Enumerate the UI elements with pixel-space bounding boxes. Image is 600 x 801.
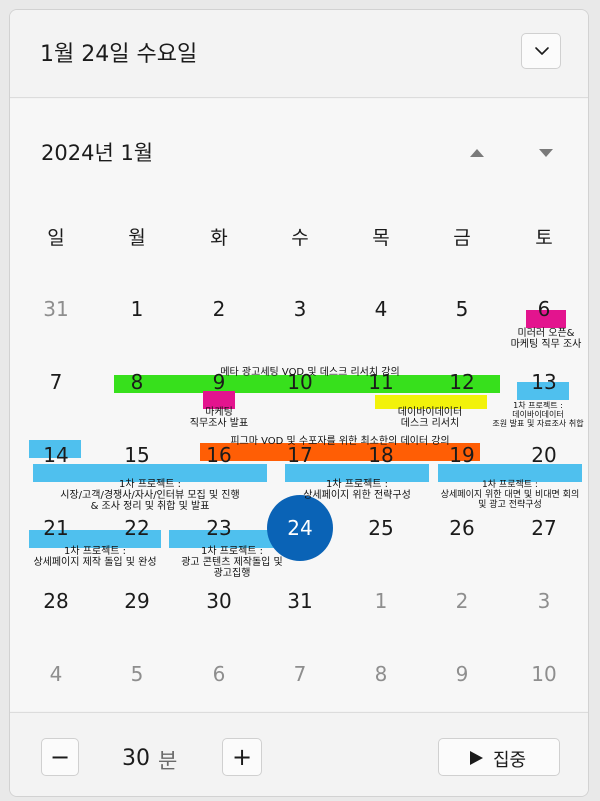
day-cell[interactable]: 22 xyxy=(107,511,167,545)
calendar-flyout: 1월 24일 수요일 2024년 1월 일월화수목금토 31 1 2 3 4 5 6 7 8 9 1… xyxy=(9,9,589,797)
date-header: 1월 24일 수요일 xyxy=(10,10,588,98)
event-label-project1-detail-make: 1차 프로젝트 : 상세페이지 제작 돌입 및 완성 xyxy=(33,546,157,568)
event-label-data-desk-research: 데이바이데이터 데스크 리서치 xyxy=(397,407,463,429)
event-label-meta-ad-vod: 메타 광고세팅 VOD 및 데스크 리서치 강의 xyxy=(220,367,400,378)
previous-month-button[interactable] xyxy=(467,143,487,163)
weekday-label: 일 xyxy=(47,227,65,249)
minutes-unit: 분 xyxy=(158,749,178,773)
day-cell[interactable]: 5 xyxy=(432,292,492,326)
day-cell[interactable]: 31 xyxy=(26,292,86,326)
event-label-project1-detail-strategy: 1차 프로젝트 : 상세페이지 위한 전략구성 xyxy=(303,479,411,501)
triangle-down-icon xyxy=(539,149,553,157)
day-cell[interactable]: 30 xyxy=(189,584,249,618)
play-icon xyxy=(470,751,483,765)
month-calendar: 2024년 1월 일월화수목금토 31 1 2 3 4 5 6 7 8 9 10 11 12 13 14 15… xyxy=(10,99,588,711)
event-label-pikma-vod: 피그마 VOD 및 수포자를 위한 최소한의 데이터 강의 xyxy=(230,436,450,447)
current-date-title: 1월 24일 수요일 xyxy=(40,42,198,67)
day-cell[interactable]: 26 xyxy=(432,511,492,545)
event-label-project1-meeting: 1차 프로젝트 : 상세페이지 위한 대면 및 비대면 회의 및 광고 전략구성 xyxy=(440,480,580,510)
day-cell[interactable]: 27 xyxy=(514,511,574,545)
day-cell[interactable]: 8 xyxy=(107,365,167,399)
day-cell[interactable]: 10 xyxy=(514,657,574,691)
day-cell[interactable]: 3 xyxy=(514,584,574,618)
weekday-label: 화 xyxy=(210,227,228,249)
day-cell[interactable]: 4 xyxy=(351,292,411,326)
day-cell[interactable]: 20 xyxy=(514,438,574,472)
day-cell[interactable]: 7 xyxy=(270,657,330,691)
focus-footer: − 30 분 + 집중 xyxy=(10,712,588,796)
day-cell[interactable]: 2 xyxy=(432,584,492,618)
day-cell[interactable]: 8 xyxy=(351,657,411,691)
day-cell[interactable]: 14 xyxy=(26,438,86,472)
day-cell[interactable]: 1 xyxy=(351,584,411,618)
event-label-project1-ad-content: 1차 프로젝트 : 광고 콘텐츠 제작돌입 및 광고집행 xyxy=(181,546,283,579)
day-cell[interactable]: 3 xyxy=(270,292,330,326)
chevron-down-icon xyxy=(535,47,549,55)
day-cell[interactable]: 25 xyxy=(351,511,411,545)
weekday-label: 월 xyxy=(128,227,146,249)
weekday-label: 금 xyxy=(453,227,471,249)
day-cell[interactable]: 2 xyxy=(189,292,249,326)
month-title[interactable]: 2024년 1월 xyxy=(41,137,153,167)
day-cell[interactable]: 28 xyxy=(26,584,86,618)
day-cell[interactable]: 13 xyxy=(514,365,574,399)
day-cell[interactable]: 6 xyxy=(189,657,249,691)
day-cell[interactable]: 4 xyxy=(26,657,86,691)
focus-button-label: 집중 xyxy=(493,750,527,771)
event-label-project1-presentation: 1차 프로젝트 : 데이바이데이터 조원 발표 및 자료조사 취합 xyxy=(492,401,584,428)
event-label-mirror-open: 미러러 오픈& 마케팅 직무 조사 xyxy=(510,328,582,350)
day-cell[interactable]: 23 xyxy=(189,511,249,545)
weekday-label: 수 xyxy=(291,227,309,249)
day-cell[interactable]: 31 xyxy=(270,584,330,618)
increase-minutes-button[interactable]: + xyxy=(222,738,262,776)
minus-icon: − xyxy=(49,743,71,771)
day-cell[interactable]: 1 xyxy=(107,292,167,326)
day-cell[interactable]: 21 xyxy=(26,511,86,545)
decrease-minutes-button[interactable]: − xyxy=(41,738,79,776)
next-month-button[interactable] xyxy=(536,143,556,163)
event-label-project1-market: 1차 프로젝트 : 시장/고객/경쟁사/자사/인터뷰 모집 및 진행 & 조사 … xyxy=(60,479,240,512)
day-cell[interactable]: 6 xyxy=(514,292,574,326)
day-cell[interactable]: 7 xyxy=(26,365,86,399)
expand-button[interactable] xyxy=(521,33,561,69)
weekday-label: 토 xyxy=(535,227,553,249)
plus-icon: + xyxy=(231,743,253,771)
minutes-value: 30 xyxy=(122,746,150,771)
day-cell[interactable]: 5 xyxy=(107,657,167,691)
day-cell[interactable]: 15 xyxy=(107,438,167,472)
triangle-up-icon xyxy=(470,149,484,157)
weekday-label: 목 xyxy=(372,227,390,249)
day-cell[interactable]: 9 xyxy=(432,657,492,691)
day-cell[interactable]: 29 xyxy=(107,584,167,618)
event-label-marketing-presentation: 마케팅 직무조사 발표 xyxy=(189,407,249,429)
focus-button[interactable]: 집중 xyxy=(438,738,560,776)
